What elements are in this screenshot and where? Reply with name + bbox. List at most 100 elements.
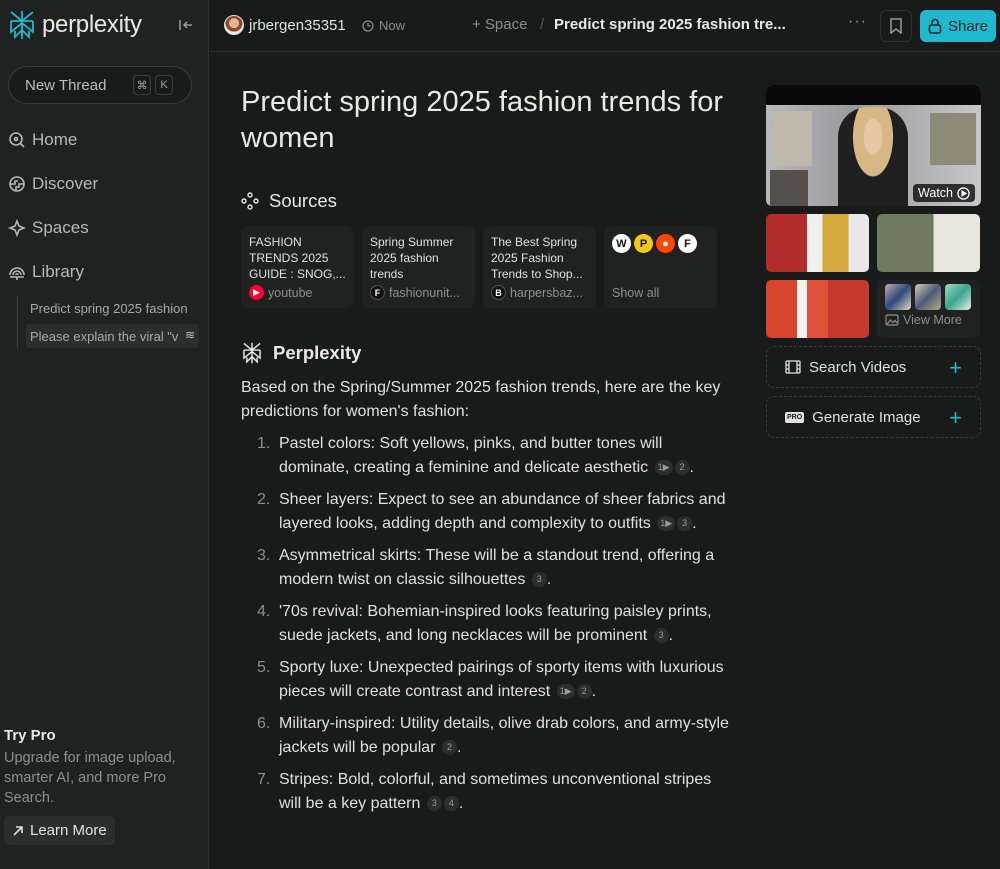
- film-icon: [785, 360, 801, 374]
- sparkle-icon: [8, 219, 26, 237]
- generate-image-label: Generate Image: [812, 408, 921, 426]
- citation-badge[interactable]: 1▶: [654, 459, 673, 475]
- answer-list: 1. Pastel colors: Soft yellows, pinks, an…: [241, 432, 731, 816]
- brand-name: perplexity: [42, 11, 142, 38]
- share-button[interactable]: Share: [920, 10, 996, 42]
- user-profile[interactable]: jrbergen35351: [224, 15, 346, 35]
- video-collage-image: [930, 113, 976, 165]
- try-pro-title: Try Pro: [4, 727, 56, 744]
- library-thread-item[interactable]: Predict spring 2025 fashion: [26, 296, 199, 320]
- library-thread-item[interactable]: Please explain the viral "v ≋: [26, 324, 199, 348]
- learn-more-button[interactable]: Learn More: [4, 816, 115, 845]
- view-more-thumbnails: [885, 284, 971, 310]
- image-row: View More: [766, 280, 981, 338]
- timestamp-label: Now: [379, 18, 406, 33]
- sidebar-item-home[interactable]: Home: [8, 127, 77, 153]
- new-thread-label: New Thread: [25, 76, 107, 94]
- source-card[interactable]: FASHION TRENDS 2025 GUIDE : SNOG,... ▶ y…: [241, 226, 354, 308]
- citation-badge[interactable]: 3: [531, 571, 547, 587]
- source-site: ▶ youtube: [249, 285, 312, 300]
- sidebar-item-label: Library: [32, 262, 84, 281]
- pro-badge-icon: PRO: [785, 411, 805, 423]
- sidebar-item-library[interactable]: Library: [8, 259, 84, 285]
- citation-badge[interactable]: 2: [441, 739, 457, 755]
- source-icon-w: W: [612, 234, 631, 253]
- video-presenter-image: [838, 107, 908, 206]
- answer-heading: Perplexity: [241, 342, 361, 364]
- timestamp: Now: [362, 18, 405, 33]
- image-thumbnail[interactable]: [766, 214, 869, 272]
- citation-badge[interactable]: 1▶: [556, 683, 575, 699]
- source-site: B harpersbaz...: [491, 285, 583, 300]
- sidebar-item-label: Home: [32, 130, 78, 149]
- citation-badge[interactable]: 2: [674, 459, 690, 475]
- view-more-images-button[interactable]: View More: [877, 280, 980, 338]
- citation-badge[interactable]: 1▶: [657, 515, 676, 531]
- thread-menu-icon[interactable]: ≋: [181, 328, 195, 342]
- breadcrumb-thread-title: Predict spring 2025 fashion tre...: [554, 16, 786, 33]
- citation-badge[interactable]: 2: [576, 683, 592, 699]
- citation-badge[interactable]: 3: [426, 795, 442, 811]
- learn-more-label: Learn More: [30, 822, 107, 839]
- list-item-text: Sporty luxe: Unexpected pairings of spor…: [279, 659, 724, 700]
- source-card[interactable]: Spring Summer 2025 fashion trends F fash…: [362, 226, 475, 308]
- share-label: Share: [947, 17, 989, 35]
- more-source-icons: W P ● F: [612, 234, 709, 253]
- watch-label: Watch: [918, 186, 953, 200]
- show-all-label: Show all: [612, 286, 660, 300]
- media-panel: Watch View More Search Videos + PRO Gene…: [766, 85, 981, 438]
- add-to-space-button[interactable]: + Space: [472, 16, 527, 33]
- library-thread-label: Predict spring 2025 fashion: [30, 300, 188, 316]
- username: jrbergen35351: [249, 16, 346, 34]
- source-site-label: youtube: [268, 285, 313, 300]
- generate-image-button[interactable]: PRO Generate Image +: [766, 396, 981, 438]
- lock-icon: [928, 18, 942, 34]
- new-thread-button[interactable]: New Thread ⌘ K: [8, 66, 192, 104]
- home-search-icon: [9, 132, 25, 148]
- more-options-button[interactable]: ···: [848, 13, 867, 31]
- reddit-icon: ●: [656, 234, 675, 253]
- globe-icon: [9, 176, 25, 192]
- image-thumbnail[interactable]: [766, 280, 869, 338]
- video-collage-image: [770, 170, 808, 206]
- list-number: 3.: [257, 547, 271, 564]
- sidebar-item-spaces[interactable]: Spaces: [8, 215, 89, 241]
- video-thumbnail[interactable]: Watch: [766, 85, 981, 206]
- sidebar-item-discover[interactable]: Discover: [8, 171, 98, 197]
- image-row: [766, 214, 981, 272]
- bookmark-icon: [890, 18, 902, 34]
- list-number: 4.: [257, 603, 271, 620]
- logo[interactable]: perplexity: [8, 10, 142, 40]
- watch-button[interactable]: Watch: [913, 184, 975, 202]
- try-pro-description: Upgrade for image upload, smarter AI, an…: [4, 750, 176, 806]
- list-item: 1. Pastel colors: Soft yellows, pinks, an…: [241, 432, 731, 480]
- sources-icon: [241, 192, 259, 210]
- bookmark-button[interactable]: [880, 10, 912, 42]
- view-more-label-wrap: View More: [885, 313, 962, 327]
- sidebar-item-label: Spaces: [32, 218, 89, 237]
- source-card[interactable]: The Best Spring 2025 Fashion Trends to S…: [483, 226, 596, 308]
- video-letterbox: [766, 85, 981, 105]
- show-all-sources-button[interactable]: W P ● F Show all: [604, 226, 717, 308]
- plus-icon: +: [949, 355, 962, 380]
- list-item: 7. Stripes: Bold, colorful, and sometimes…: [241, 768, 731, 816]
- shortcut-key-cmd: ⌘: [133, 75, 151, 95]
- list-item: 2. Sheer layers: Expect to see an abundan…: [241, 488, 731, 536]
- citation-badge[interactable]: 3: [653, 627, 669, 643]
- shortcut-key-k: K: [155, 75, 173, 95]
- citation-badge[interactable]: 4: [443, 795, 459, 811]
- list-number: 1.: [257, 435, 271, 452]
- collapse-sidebar-button[interactable]: [176, 16, 196, 34]
- list-item-text: '70s revival: Bohemian-inspired looks fe…: [279, 603, 712, 644]
- image-thumbnail[interactable]: [877, 214, 980, 272]
- list-item: 3. Asymmetrical skirts: These will be a s…: [241, 544, 731, 592]
- citation-badge[interactable]: 3: [677, 515, 693, 531]
- sidebar-item-label: Discover: [32, 174, 99, 193]
- search-videos-button[interactable]: Search Videos +: [766, 346, 981, 388]
- list-item-text: Stripes: Bold, colorful, and sometimes u…: [279, 771, 712, 812]
- list-number: 6.: [257, 715, 271, 732]
- fashionunited-icon: F: [370, 285, 385, 300]
- collapse-icon: [179, 20, 192, 30]
- library-icon: [9, 267, 25, 280]
- list-item-text: Asymmetrical skirts: These will be a sta…: [279, 547, 715, 588]
